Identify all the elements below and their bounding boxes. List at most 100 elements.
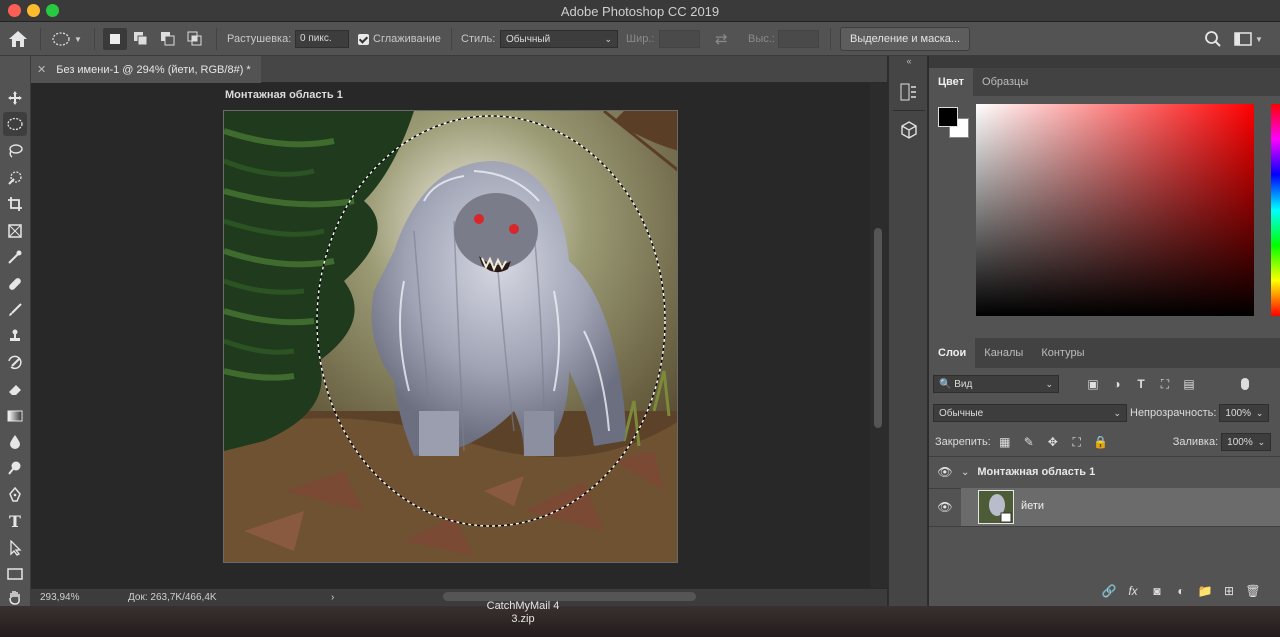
add-mask-icon[interactable]: ◙ — [1145, 584, 1169, 598]
lock-transparent-icon[interactable]: ▦ — [993, 435, 1017, 449]
search-icon: 🔍 — [939, 378, 952, 390]
select-and-mask-button[interactable]: Выделение и маска... — [840, 27, 971, 51]
filter-smart-object-icon[interactable]: ▤ — [1177, 377, 1201, 391]
width-input[interactable] — [659, 30, 700, 48]
type-icon: T — [9, 511, 21, 531]
brush-tool[interactable] — [3, 298, 27, 322]
collapsed-panels-strip: « — [888, 56, 928, 606]
elliptical-marquee-icon — [7, 117, 23, 131]
dock-item[interactable]: CatchMyMail 4 3.zip — [478, 600, 568, 626]
hue-slider[interactable] — [1271, 104, 1280, 316]
eraser-tool[interactable] — [3, 377, 27, 401]
layer-filter-value: Вид — [954, 378, 973, 390]
add-to-selection-button[interactable] — [133, 22, 149, 56]
history-brush-tool[interactable] — [3, 351, 27, 375]
layer-style-icon[interactable]: fx — [1121, 584, 1145, 598]
lock-artboard-icon[interactable]: ⛶ — [1065, 435, 1089, 450]
window-title: Adobe Photoshop CC 2019 — [560, 4, 720, 19]
filter-shape-icon[interactable]: ⛶ — [1153, 377, 1177, 392]
opacity-input[interactable]: 100% ⌄ — [1219, 404, 1270, 422]
subtract-selection-icon — [161, 32, 175, 46]
home-button[interactable] — [8, 22, 28, 56]
tab-channels[interactable]: Каналы — [975, 338, 1032, 368]
elliptical-marquee-tool[interactable] — [3, 112, 27, 136]
new-group-icon[interactable]: 📁 — [1193, 584, 1217, 598]
new-adjustment-layer-icon[interactable]: ◐ — [1169, 584, 1193, 598]
healing-brush-tool[interactable] — [3, 272, 27, 296]
chevron-right-icon[interactable]: › — [331, 592, 334, 603]
blend-mode-select[interactable]: Обычные ⌄ — [933, 404, 1127, 422]
zoom-level[interactable]: 293,94% — [31, 592, 91, 603]
gradient-tool[interactable] — [3, 404, 27, 428]
link-layers-icon[interactable]: 🔗 — [1097, 584, 1121, 598]
swap-dimensions-button[interactable]: ⇄ — [715, 22, 728, 56]
history-icon — [900, 83, 916, 101]
subtract-selection-button[interactable] — [160, 22, 176, 56]
blur-tool[interactable] — [3, 430, 27, 454]
filter-adjustment-icon[interactable]: ◑ — [1105, 377, 1129, 391]
intersect-selection-button[interactable] — [187, 22, 203, 56]
lasso-tool[interactable] — [3, 139, 27, 163]
workspace-switcher[interactable]: ▼ — [1234, 22, 1263, 56]
lock-all-icon[interactable]: 🔒 — [1089, 435, 1113, 449]
type-tool[interactable]: T — [3, 509, 27, 533]
opacity-label: Непрозрачность: — [1130, 407, 1217, 419]
hand-tool[interactable] — [3, 588, 27, 606]
foreground-color-swatch[interactable] — [938, 107, 958, 127]
add-selection-icon — [134, 32, 148, 46]
quick-selection-tool[interactable] — [3, 166, 27, 190]
tab-color[interactable]: Цвет — [929, 68, 974, 96]
layers-panel-tabs: Слои Каналы Контуры — [929, 338, 1280, 368]
libraries-panel-button[interactable] — [898, 119, 920, 141]
tab-swatches[interactable]: Образцы — [973, 68, 1037, 96]
clone-stamp-tool[interactable] — [3, 324, 27, 348]
rectangle-icon — [7, 568, 23, 580]
filter-pixel-icon[interactable]: ▣ — [1081, 377, 1105, 391]
new-selection-button[interactable] — [103, 28, 127, 50]
path-selection-tool[interactable] — [3, 536, 27, 560]
frame-tool[interactable] — [3, 219, 27, 243]
canvas-image[interactable] — [223, 110, 678, 563]
artboard-label[interactable]: Монтажная область 1 — [225, 89, 343, 101]
layer-filter-select[interactable]: 🔍 Вид ⌄ — [933, 375, 1059, 393]
style-select[interactable]: Обычный ⌄ — [500, 30, 618, 48]
filter-toggle[interactable] — [1241, 378, 1249, 390]
history-panel-button[interactable] — [898, 81, 920, 103]
fill-input[interactable]: 100% ⌄ — [1221, 433, 1272, 451]
dodge-tool[interactable] — [3, 456, 27, 480]
delete-layer-icon[interactable]: 🗑 — [1241, 584, 1265, 598]
rectangle-tool[interactable] — [3, 562, 27, 586]
color-picker-field[interactable] — [976, 104, 1254, 316]
layer-row-artboard[interactable]: 👁 ⌄ Монтажная область 1 — [929, 456, 1280, 488]
elliptical-marquee-icon — [52, 32, 70, 46]
vertical-scroll-thumb[interactable] — [874, 228, 882, 428]
lock-position-icon[interactable]: ✥ — [1041, 435, 1065, 449]
visibility-eye-icon[interactable]: 👁 — [929, 465, 961, 479]
visibility-eye-icon[interactable]: 👁 — [929, 500, 961, 514]
tab-paths[interactable]: Контуры — [1032, 338, 1093, 368]
close-tab-icon[interactable]: ✕ — [37, 63, 46, 76]
search-button[interactable] — [1204, 22, 1222, 56]
antialias-checkbox[interactable]: Сглаживание — [358, 22, 441, 56]
tab-layers[interactable]: Слои — [929, 338, 976, 368]
document-size: Док: 263,7K/466,4K — [128, 592, 217, 603]
new-layer-icon[interactable]: ⊞ — [1217, 584, 1241, 598]
filter-type-icon[interactable]: T — [1129, 377, 1153, 391]
tool-preset-picker[interactable]: ▼ — [51, 22, 82, 56]
dock-item-label-1: CatchMyMail 4 — [486, 600, 560, 612]
collapse-double-arrow-icon[interactable]: « — [889, 56, 929, 68]
height-input[interactable] — [778, 30, 819, 48]
arrow-pointer-icon — [10, 540, 22, 556]
lock-pixels-icon[interactable]: ✎ — [1017, 435, 1041, 449]
pen-tool[interactable] — [3, 483, 27, 507]
vertical-scrollbar[interactable] — [870, 83, 887, 588]
layer-row-yeti[interactable]: 👁 йети — [929, 488, 1280, 526]
chevron-down-icon[interactable]: ⌄ — [961, 467, 969, 478]
move-tool[interactable] — [3, 86, 27, 110]
feather-input[interactable]: 0 пикс. — [295, 30, 349, 48]
eyedropper-tool[interactable] — [3, 245, 27, 269]
frame-icon — [8, 224, 22, 238]
document-tab[interactable]: ✕ Без имени-1 @ 294% (йети, RGB/8#) * — [31, 56, 261, 83]
right-panel-dock: Цвет Образцы Слои Каналы Контуры 🔍 Вид ⌄… — [929, 56, 1280, 606]
crop-tool[interactable] — [3, 192, 27, 216]
